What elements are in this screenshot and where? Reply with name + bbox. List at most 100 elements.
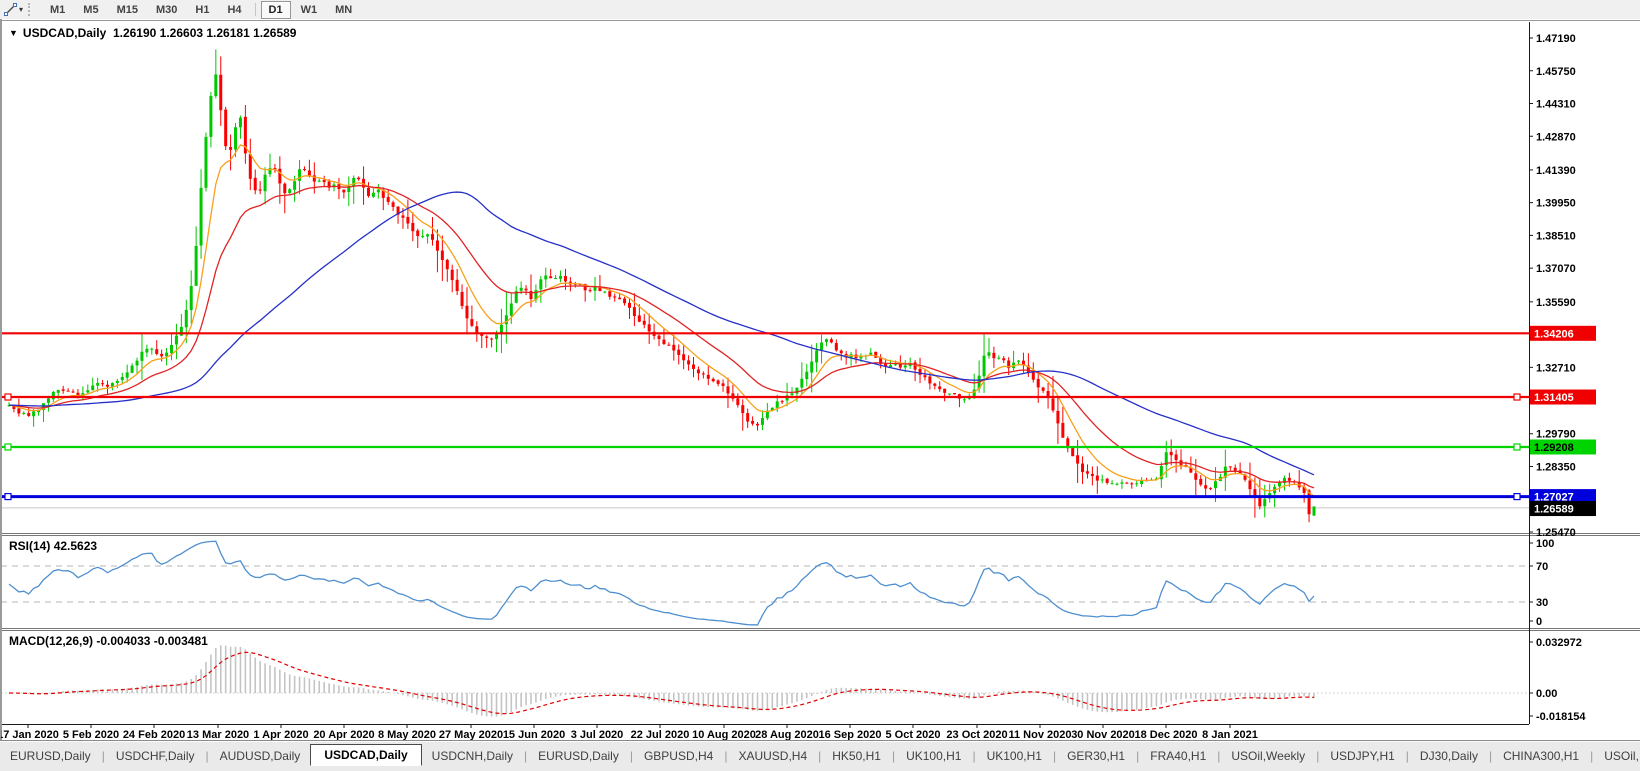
tab-audusd-daily[interactable]: AUDUSD,Daily bbox=[210, 746, 311, 766]
svg-text:15 Jun 2020: 15 Jun 2020 bbox=[503, 729, 565, 740]
ma-mid-line bbox=[9, 186, 1314, 488]
ma-fast-line bbox=[9, 145, 1314, 496]
svg-text:11 Nov 2020: 11 Nov 2020 bbox=[1009, 729, 1072, 740]
svg-text:8 May 2020: 8 May 2020 bbox=[378, 729, 436, 740]
tab-xauusd-h4[interactable]: XAUUSD,H4 bbox=[728, 746, 817, 766]
macd-axis: 0.032972 0.00 -0.018154 bbox=[1529, 637, 1586, 723]
svg-text:1.41390: 1.41390 bbox=[1536, 165, 1576, 177]
svg-text:1.32710: 1.32710 bbox=[1536, 362, 1576, 374]
svg-text:10 Aug 2020: 10 Aug 2020 bbox=[692, 729, 756, 740]
macd-title: MACD(12,26,9) bbox=[9, 634, 93, 648]
svg-text:1.44310: 1.44310 bbox=[1536, 99, 1576, 111]
timeframe-button-mn[interactable]: MN bbox=[327, 1, 360, 19]
tab-fra40-h1[interactable]: FRA40,H1 bbox=[1140, 746, 1216, 766]
line-handle[interactable] bbox=[5, 494, 11, 500]
svg-text:22 Jul 2020: 22 Jul 2020 bbox=[631, 729, 690, 740]
tab-hk50-h1[interactable]: HK50,H1 bbox=[822, 746, 891, 766]
top-toolbar: ▾ M1M5M15M30H1H4 D1W1MN bbox=[0, 0, 1640, 20]
line-handle[interactable] bbox=[1514, 444, 1520, 450]
rsi-label: RSI(14) 42.5623 bbox=[9, 539, 97, 553]
tab-usdcad-daily[interactable]: USDCAD,Daily bbox=[310, 744, 421, 766]
line-handle[interactable] bbox=[1514, 494, 1520, 500]
svg-text:70: 70 bbox=[1536, 561, 1548, 573]
svg-text:1.39950: 1.39950 bbox=[1536, 198, 1576, 210]
line-handle[interactable] bbox=[5, 444, 11, 450]
svg-text:0.032972: 0.032972 bbox=[1536, 637, 1582, 649]
toolbar-grip[interactable] bbox=[28, 3, 35, 16]
svg-text:18 Dec 2020: 18 Dec 2020 bbox=[1135, 729, 1198, 740]
tab-eurusd-daily[interactable]: EURUSD,Daily bbox=[0, 746, 101, 766]
chevron-down-icon[interactable]: ▾ bbox=[19, 5, 23, 14]
timeframe-button-m5[interactable]: M5 bbox=[75, 1, 106, 19]
timeframe-button-h1[interactable]: H1 bbox=[187, 1, 217, 19]
tab-usoil-[interactable]: USOil, bbox=[1594, 746, 1640, 766]
line-handle[interactable] bbox=[5, 394, 11, 400]
svg-text:27 May 2020: 27 May 2020 bbox=[439, 729, 503, 740]
date-axis: 17 Jan 2020 5 Feb 2020 24 Feb 202013 Mar 2… bbox=[1, 724, 1258, 740]
rsi-panel bbox=[1, 541, 1529, 625]
svg-text:1.38510: 1.38510 bbox=[1536, 230, 1576, 242]
svg-text:20 Apr 2020: 20 Apr 2020 bbox=[313, 729, 374, 740]
svg-text:1.29208: 1.29208 bbox=[1534, 442, 1574, 454]
svg-text:30: 30 bbox=[1536, 597, 1548, 609]
symbol-period-label: USDCAD,Daily bbox=[23, 26, 106, 40]
svg-text:0.00: 0.00 bbox=[1536, 688, 1557, 700]
tab-usdchf-daily[interactable]: USDCHF,Daily bbox=[106, 746, 205, 766]
timeframe-button-m15[interactable]: M15 bbox=[109, 1, 146, 19]
tab-usdcnh-daily[interactable]: USDCNH,Daily bbox=[422, 746, 523, 766]
svg-text:1 Apr 2020: 1 Apr 2020 bbox=[253, 729, 308, 740]
price-axis: 1.471901.457501.443101.428701.413901.399… bbox=[1529, 33, 1596, 539]
trendline-cursor-icon[interactable] bbox=[1, 2, 19, 17]
ohlc-values: 1.26190 1.26603 1.26181 1.26589 bbox=[113, 26, 297, 40]
timeframe-button-m1[interactable]: M1 bbox=[42, 1, 73, 19]
rsi-value: 42.5623 bbox=[54, 539, 97, 553]
svg-text:1.47190: 1.47190 bbox=[1536, 33, 1576, 45]
tab-usdjpy-h1[interactable]: USDJPY,H1 bbox=[1320, 746, 1404, 766]
svg-text:1.34206: 1.34206 bbox=[1534, 328, 1574, 340]
macd-panel bbox=[1, 645, 1529, 716]
timeframe-buttons: M1M5M15M30H1H4 D1W1MN bbox=[41, 1, 361, 19]
svg-text:1.35590: 1.35590 bbox=[1536, 297, 1576, 309]
svg-text:28 Aug 2020: 28 Aug 2020 bbox=[755, 729, 819, 740]
svg-text:1.26589: 1.26589 bbox=[1534, 504, 1574, 516]
svg-text:17 Jan 2020: 17 Jan 2020 bbox=[1, 729, 59, 740]
svg-text:13 Mar 2020: 13 Mar 2020 bbox=[187, 729, 249, 740]
collapse-triangle-icon[interactable]: ▼ bbox=[9, 28, 18, 38]
svg-text:24 Feb 2020: 24 Feb 2020 bbox=[123, 729, 185, 740]
svg-text:1.28350: 1.28350 bbox=[1536, 461, 1576, 473]
svg-text:1.45750: 1.45750 bbox=[1536, 66, 1576, 78]
svg-text:1.31405: 1.31405 bbox=[1534, 392, 1574, 404]
price-chart[interactable]: 1.471901.457501.443101.428701.413901.399… bbox=[1, 19, 1640, 740]
tab-usoil-weekly[interactable]: USOil,Weekly bbox=[1221, 746, 1315, 766]
timeframe-button-w1[interactable]: W1 bbox=[293, 1, 326, 19]
tab-eurusd-daily[interactable]: EURUSD,Daily bbox=[528, 746, 629, 766]
svg-text:0: 0 bbox=[1536, 616, 1542, 628]
svg-text:-0.018154: -0.018154 bbox=[1536, 711, 1586, 723]
tab-china300-h1[interactable]: CHINA300,H1 bbox=[1493, 746, 1589, 766]
tab-uk100-h1[interactable]: UK100,H1 bbox=[896, 746, 971, 766]
svg-text:5 Feb 2020: 5 Feb 2020 bbox=[63, 729, 119, 740]
candlestick-series bbox=[8, 49, 1316, 522]
tab-ger30-h1[interactable]: GER30,H1 bbox=[1057, 746, 1135, 766]
svg-text:1.29790: 1.29790 bbox=[1536, 429, 1576, 441]
chart-window: 1.471901.457501.443101.428701.413901.399… bbox=[0, 19, 1640, 740]
rsi-line bbox=[9, 541, 1314, 625]
macd-signal-line bbox=[9, 652, 1314, 713]
svg-text:1.37070: 1.37070 bbox=[1536, 263, 1576, 275]
svg-text:30 Nov 2020: 30 Nov 2020 bbox=[1071, 729, 1135, 740]
toolbar-separator bbox=[255, 3, 256, 16]
timeframe-button-h4[interactable]: H4 bbox=[219, 1, 249, 19]
timeframe-button-d1[interactable]: D1 bbox=[261, 1, 291, 19]
rsi-axis: 10070300 bbox=[1529, 538, 1554, 628]
chart-tabs: EURUSD,Daily|USDCHF,Daily|AUDUSD,DailyUS… bbox=[0, 740, 1640, 771]
tab-uk100-h1[interactable]: UK100,H1 bbox=[977, 746, 1052, 766]
line-handle[interactable] bbox=[1514, 394, 1520, 400]
main-panel bbox=[1, 49, 1529, 522]
macd-label: MACD(12,26,9) -0.004033 -0.003481 bbox=[9, 634, 208, 648]
timeframe-button-m30[interactable]: M30 bbox=[148, 1, 185, 19]
svg-text:3 Jul 2020: 3 Jul 2020 bbox=[571, 729, 624, 740]
tab-gbpusd-h4[interactable]: GBPUSD,H4 bbox=[634, 746, 723, 766]
tab-dj30-daily[interactable]: DJ30,Daily bbox=[1410, 746, 1488, 766]
chart-title: ▼ USDCAD,Daily 1.26190 1.26603 1.26181 1.… bbox=[9, 26, 296, 40]
macd-values: -0.004033 -0.003481 bbox=[96, 634, 207, 648]
